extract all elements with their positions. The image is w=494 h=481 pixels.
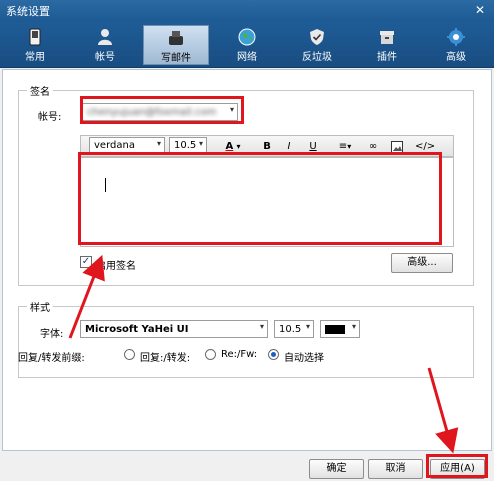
arrow-to-checkbox [68, 254, 105, 339]
annotation-arrows [68, 254, 459, 454]
arrow-to-apply [427, 367, 459, 454]
